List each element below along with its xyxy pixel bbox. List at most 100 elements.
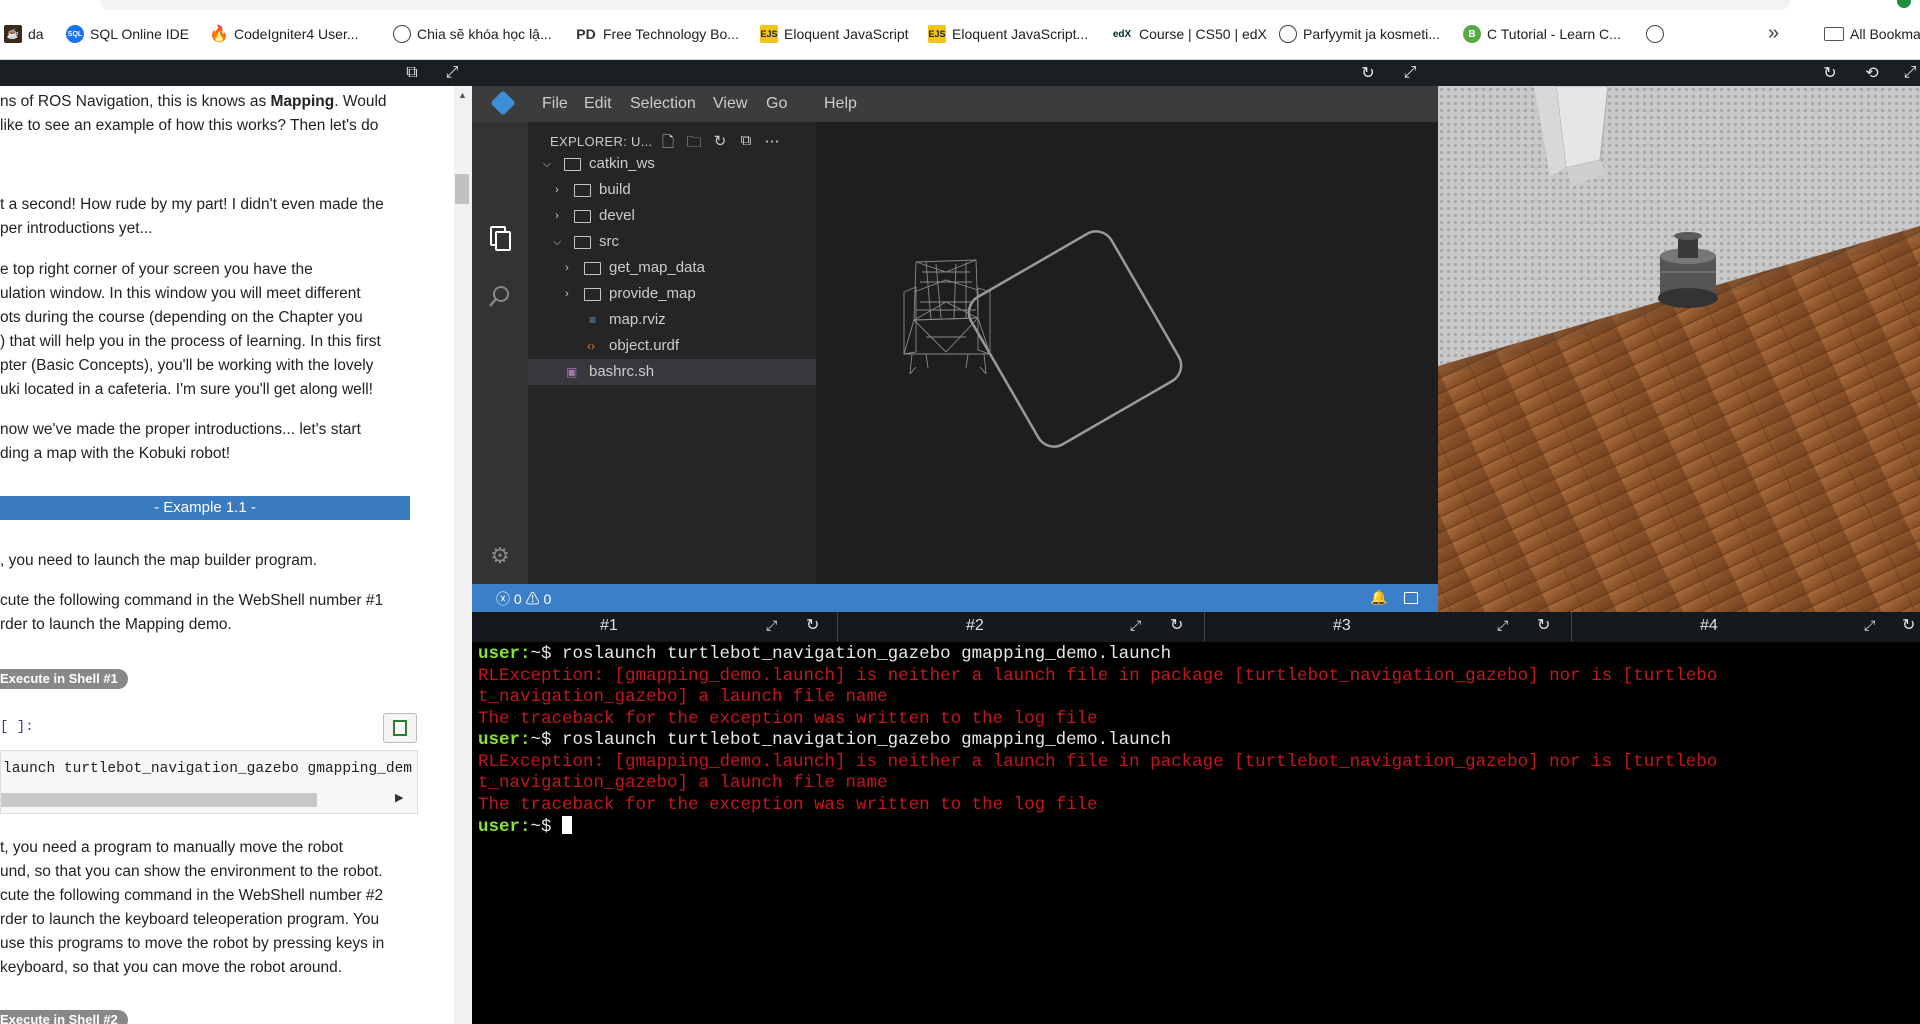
terminal-line: user:~$ roslaunch turtlebot_navigation_g… — [478, 730, 1172, 750]
tree-folder-catkin-ws[interactable]: ⌵ catkin_ws — [528, 151, 816, 177]
tree-file-object-urdf[interactable]: ‹› object.urdf — [528, 333, 816, 359]
tutorial-text: e top right corner of your screen you ha… — [0, 261, 313, 278]
tutorial-panel: ns of ROS Navigation, this is knows as M… — [0, 86, 454, 1024]
new-folder-icon[interactable]: 🗀 — [684, 132, 704, 152]
expand-icon[interactable]: ⤢ — [766, 617, 777, 634]
terminal-line: The traceback for the exception was writ… — [478, 794, 1098, 815]
reload-icon[interactable]: ↻ — [1820, 63, 1840, 83]
reload-icon[interactable]: ↻ — [1537, 615, 1550, 635]
error-count: 0 — [513, 591, 522, 607]
reload-icon[interactable]: ↻ — [1358, 63, 1378, 83]
bookmark-label: Parfyymit ja kosmeti... — [1303, 26, 1440, 42]
tree-folder-build[interactable]: › build — [528, 177, 816, 203]
tree-file-bashrc-sh[interactable]: ▣ bashrc.sh — [528, 359, 816, 385]
tree-folder-get-map-data[interactable]: › get_map_data — [528, 255, 816, 281]
explorer-title: EXPLORER: U... — [550, 134, 653, 149]
layout-panel-icon[interactable] — [1404, 592, 1418, 604]
refresh-icon[interactable]: ↻ — [710, 132, 730, 152]
tutorial-text: use this programs to move the robot by p… — [0, 935, 385, 952]
tab-label: #1 — [600, 617, 618, 634]
menu-file[interactable]: File — [542, 86, 568, 122]
all-bookmarks[interactable]: All Bookma — [1824, 22, 1920, 46]
scroll-right-icon[interactable]: ▶ — [395, 791, 403, 804]
code-cell[interactable]: launch turtlebot_navigation_gazebo gmapp… — [0, 750, 418, 814]
bookmark-parfyymit[interactable]: Parfyymit ja kosmeti... — [1279, 22, 1440, 46]
bookmark-codeigniter[interactable]: 🔥 CodeIgniter4 User... — [209, 22, 359, 46]
example-title-bar: - Example 1.1 - — [0, 496, 410, 520]
expand-icon[interactable]: ⤢ — [1864, 617, 1875, 634]
chevron-right-icon: › — [555, 184, 559, 196]
bookmark-eloquent-js-1[interactable]: EJS Eloquent JavaScript — [760, 22, 909, 46]
tree-file-map-rviz[interactable]: ≡ map.rviz — [528, 307, 816, 333]
simulation-window[interactable] — [1438, 86, 1920, 612]
search-icon[interactable] — [486, 282, 514, 310]
tree-folder-src[interactable]: ⌵ src — [528, 229, 816, 255]
bookmark-da[interactable]: ☕ da — [4, 22, 44, 46]
reload-icon[interactable]: ↻ — [1170, 615, 1183, 635]
bookmark-free-tech-books[interactable]: PD Free Technology Bo... — [575, 22, 739, 46]
menu-selection[interactable]: Selection — [630, 86, 696, 122]
expand-icon[interactable]: ⤢ — [1130, 617, 1141, 634]
bookmark-eloquent-js-2[interactable]: EJS Eloquent JavaScript... — [928, 22, 1088, 46]
tutorial-text: pter (Basic Concepts), you'll be working… — [0, 357, 374, 374]
open-external-icon[interactable]: ⧉ — [402, 63, 422, 83]
profile-avatar[interactable] — [1897, 0, 1911, 8]
menu-go[interactable]: Go — [766, 86, 787, 122]
code-scrollbar[interactable] — [1, 793, 317, 807]
bookmark-c-tutorial[interactable]: B C Tutorial - Learn C... — [1463, 22, 1621, 46]
tab-shell-1[interactable]: #1 ⤢ ↻ — [472, 612, 838, 642]
tree-folder-devel[interactable]: › devel — [528, 203, 816, 229]
bookmark-cs50-edx[interactable]: edX Course | CS50 | edX — [1111, 22, 1267, 46]
scrollbar-thumb[interactable] — [455, 174, 469, 204]
menu-help[interactable]: Help — [824, 86, 857, 122]
bookmark-label: Chia sẽ khóa học lậ... — [417, 26, 552, 42]
reset-icon[interactable]: ⟲ — [1862, 63, 1882, 83]
expand-icon[interactable]: ⤢ — [442, 63, 462, 83]
editor-area[interactable] — [816, 122, 1438, 584]
new-file-icon[interactable]: 🗋 — [658, 132, 678, 152]
more-actions-icon[interactable]: ⋯ — [762, 132, 782, 152]
folder-icon — [574, 210, 591, 223]
tree-folder-provide-map[interactable]: › provide_map — [528, 281, 816, 307]
bookmarks-overflow-chevron-icon[interactable]: » — [1768, 22, 1779, 45]
edx-icon: edX — [1111, 25, 1133, 43]
gear-icon[interactable]: ⚙ — [486, 542, 514, 570]
scroll-up-icon[interactable]: ▲ — [458, 90, 467, 100]
folder-icon — [564, 158, 581, 171]
menu-edit[interactable]: Edit — [584, 86, 612, 122]
simulation-scene — [1438, 86, 1920, 612]
reload-icon[interactable]: ↻ — [806, 615, 819, 635]
copy-code-button[interactable] — [383, 713, 417, 743]
tutorial-scrollbar[interactable]: ▲ — [454, 86, 472, 1024]
folder-icon — [1824, 27, 1844, 41]
sql-icon: SQL — [66, 25, 84, 43]
reload-icon[interactable]: ↻ — [1902, 615, 1915, 635]
tab-shell-4[interactable]: #4 ⤢ ↻ — [1572, 612, 1920, 642]
tab-shell-2[interactable]: #2 ⤢ ↻ — [838, 612, 1205, 642]
all-bookmarks-label: All Bookma — [1850, 26, 1920, 42]
problems-indicator[interactable]: ⓧ 0 ⚠ 0 — [496, 589, 551, 609]
execute-shell-1-badge: Execute in Shell #1 — [0, 669, 128, 689]
menu-view[interactable]: View — [713, 86, 747, 122]
bookmark-sql-online-ide[interactable]: SQL SQL Online IDE — [66, 22, 189, 46]
tutorial-text: cute the following command in the WebShe… — [0, 887, 384, 904]
notifications-bell-icon[interactable]: 🔔 — [1370, 589, 1387, 606]
tutorial-text: ulation window. In this window you will … — [0, 285, 361, 302]
expand-icon[interactable]: ⤢ — [1900, 63, 1920, 83]
explorer-files-icon[interactable] — [486, 224, 514, 252]
bookmark-chia-se[interactable]: Chia sẽ khóa học lậ... — [393, 22, 552, 46]
tab-shell-3[interactable]: #3 ⤢ ↻ — [1205, 612, 1572, 642]
tutorial-text: cute the following command in the WebShe… — [0, 592, 384, 609]
address-bar[interactable] — [100, 0, 1790, 10]
expand-icon[interactable]: ⤢ — [1497, 617, 1508, 634]
bookmark-globe[interactable] — [1646, 22, 1664, 46]
tutorial-text: ) that will help you in the process of l… — [0, 333, 381, 350]
explorer-sidebar: EXPLORER: U... 🗋 🗀 ↻ ⧉ ⋯ ⌵ catkin_ws › b… — [528, 122, 816, 584]
tutorial-text: und, so that you can show the environmen… — [0, 863, 383, 880]
code-text: launch turtlebot_navigation_gazebo gmapp… — [3, 761, 413, 777]
expand-icon[interactable]: ⤢ — [1400, 63, 1420, 83]
ejs-icon: EJS — [760, 25, 778, 43]
tab-label: #4 — [1700, 617, 1718, 634]
terminal-output[interactable]: user:~$ roslaunch turtlebot_navigation_g… — [472, 642, 1920, 1024]
collapse-all-icon[interactable]: ⧉ — [736, 132, 756, 152]
